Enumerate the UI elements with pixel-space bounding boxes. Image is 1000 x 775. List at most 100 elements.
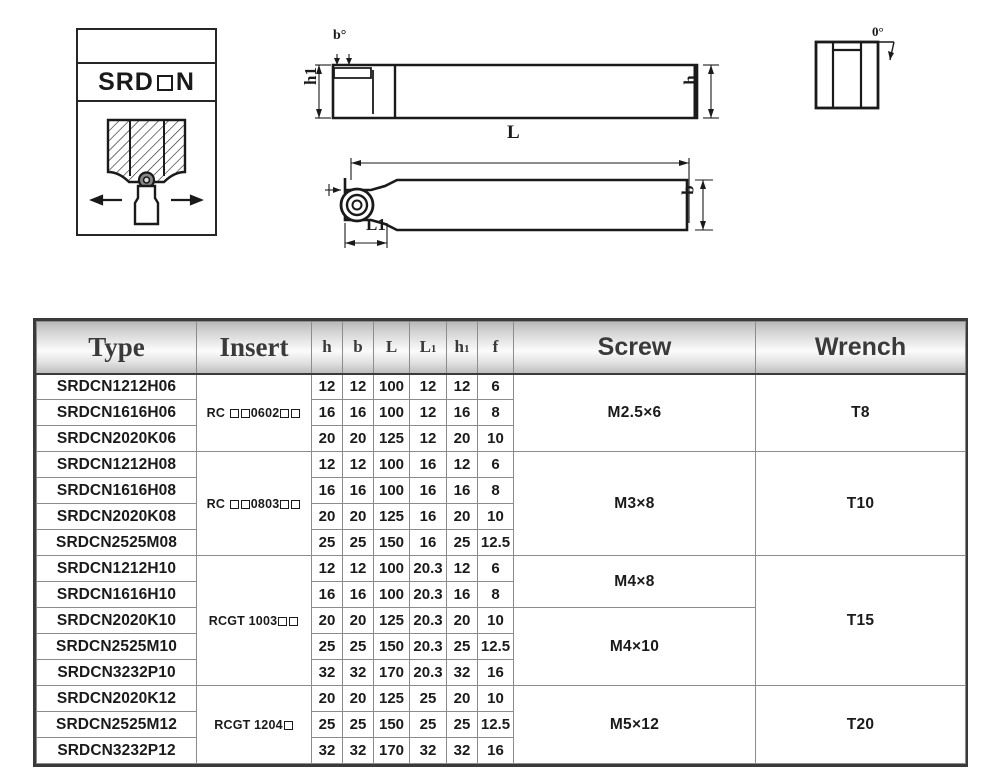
table-body: SRDCN1212H06 RC 0602 12 12 100 12 12 6 M2.5×6 T8 S… xyxy=(36,373,966,764)
cell-type: SRDCN2525M08 xyxy=(36,529,197,556)
cell-h: 12 xyxy=(311,451,343,478)
table-row: SRDCN1212H06 RC 0602 12 12 100 12 12 6 M2.5×6 T8 xyxy=(36,373,966,452)
cell-L1: 16 xyxy=(409,451,447,478)
square-placeholder-icon xyxy=(291,408,301,418)
square-placeholder-icon xyxy=(280,499,290,509)
column-header-h1-subscript: 1 xyxy=(463,343,470,356)
cell-L1: 25 xyxy=(409,685,447,712)
cell-h: 20 xyxy=(311,685,343,712)
label-angle-zero: 0° xyxy=(872,24,884,39)
cell-b: 32 xyxy=(342,659,374,686)
cell-L1: 16 xyxy=(409,529,447,556)
cell-type: SRDCN2020K06 xyxy=(36,425,197,452)
cell-L1: 12 xyxy=(409,399,447,426)
cell-h: 32 xyxy=(311,737,343,764)
cell-f: 12.5 xyxy=(477,711,514,738)
label-h: h xyxy=(680,75,700,85)
cell-L: 125 xyxy=(373,425,410,452)
technical-drawing-area: SRD N h1 b° h L L1 b 0° xyxy=(0,0,1000,300)
square-placeholder-icon xyxy=(283,720,293,730)
cell-h: 16 xyxy=(311,477,343,504)
cell-h: 32 xyxy=(311,659,343,686)
column-header-wrench: Wrench xyxy=(755,321,966,375)
cell-L1: 25 xyxy=(409,711,447,738)
table-row: SRDCN1212H10 RCGT 1003 12 12 100 20.3 12 6 M4×8 T… xyxy=(36,555,966,686)
cell-L1: 20.3 xyxy=(409,659,447,686)
cell-h1: 16 xyxy=(446,399,478,426)
cell-insert: RCGT 1003 xyxy=(196,555,312,686)
cell-type: SRDCN1616H08 xyxy=(36,477,197,504)
cell-b: 20 xyxy=(342,607,374,634)
cell-h1: 16 xyxy=(446,477,478,504)
cell-h1: 20 xyxy=(446,685,478,712)
label-L1: L1 xyxy=(366,215,386,234)
cell-type: SRDCN2525M10 xyxy=(36,633,197,660)
cell-L1: 12 xyxy=(409,425,447,452)
tool-code-suffix: N xyxy=(175,67,195,96)
cell-h: 25 xyxy=(311,529,343,556)
cell-f: 8 xyxy=(477,581,514,608)
table-row: SRDCN1212H08 RC 0803 12 12 100 16 12 6 M3×8 T10 xyxy=(36,451,966,556)
cell-type: SRDCN3232P10 xyxy=(36,659,197,686)
column-header-h1-base: h xyxy=(454,337,464,357)
cell-h: 25 xyxy=(311,633,343,660)
column-header-L1-subscript: 1 xyxy=(430,343,437,356)
specification-table: Type Insert h b L L1 h1 f Screw Wrench S… xyxy=(33,318,968,767)
cell-type: SRDCN1212H06 xyxy=(36,373,197,400)
cell-h: 25 xyxy=(311,711,343,738)
cell-screw: M3×8 xyxy=(513,451,756,556)
turning-operation-figure xyxy=(78,102,215,232)
cell-h1: 12 xyxy=(446,451,478,478)
cell-L: 170 xyxy=(373,659,410,686)
cell-h: 12 xyxy=(311,373,343,400)
cell-type: SRDCN2020K08 xyxy=(36,503,197,530)
square-placeholder-icon xyxy=(229,499,239,509)
cell-f: 10 xyxy=(477,607,514,634)
cell-L1: 20.3 xyxy=(409,633,447,660)
cell-L: 100 xyxy=(373,555,410,582)
column-header-type: Type xyxy=(36,321,197,375)
square-placeholder-icon xyxy=(240,408,250,418)
cell-screw: M2.5×6 xyxy=(513,373,756,452)
cell-b: 16 xyxy=(342,477,374,504)
cell-L: 100 xyxy=(373,373,410,400)
tool-code-label: SRD N xyxy=(78,64,215,102)
cell-h1: 12 xyxy=(446,555,478,582)
cell-h: 20 xyxy=(311,425,343,452)
cell-wrench: T20 xyxy=(755,685,966,764)
cell-b: 32 xyxy=(342,737,374,764)
column-header-L1: L1 xyxy=(409,321,447,375)
cell-b: 12 xyxy=(342,373,374,400)
column-header-f: f xyxy=(477,321,514,375)
label-L: L xyxy=(507,122,520,143)
cell-type: SRDCN1616H10 xyxy=(36,581,197,608)
tool-style-symbol-box: SRD N xyxy=(76,28,217,236)
cell-L: 100 xyxy=(373,451,410,478)
cell-insert: RCGT 1204 xyxy=(196,685,312,764)
cell-h1: 12 xyxy=(446,373,478,400)
cell-type: SRDCN1616H06 xyxy=(36,399,197,426)
cell-f: 12.5 xyxy=(477,529,514,556)
cell-L1: 20.3 xyxy=(409,607,447,634)
cell-wrench: T8 xyxy=(755,373,966,452)
cell-L: 125 xyxy=(373,503,410,530)
cell-L1: 16 xyxy=(409,503,447,530)
square-placeholder-icon xyxy=(156,75,173,91)
square-placeholder-icon xyxy=(289,616,299,626)
cell-f: 12.5 xyxy=(477,633,514,660)
cell-h: 16 xyxy=(311,399,343,426)
cell-f: 6 xyxy=(477,451,514,478)
square-placeholder-icon xyxy=(291,499,301,509)
cell-b: 25 xyxy=(342,529,374,556)
cell-h: 20 xyxy=(311,503,343,530)
cell-type: SRDCN3232P12 xyxy=(36,737,197,764)
holder-end-view xyxy=(814,40,895,110)
cell-L: 170 xyxy=(373,737,410,764)
cell-b: 20 xyxy=(342,685,374,712)
cell-b: 16 xyxy=(342,399,374,426)
cell-type: SRDCN2525M12 xyxy=(36,711,197,738)
cell-h1: 25 xyxy=(446,529,478,556)
cell-screw: M4×10 xyxy=(513,607,756,686)
label-h1: h1 xyxy=(300,67,320,85)
cell-L: 150 xyxy=(373,711,410,738)
